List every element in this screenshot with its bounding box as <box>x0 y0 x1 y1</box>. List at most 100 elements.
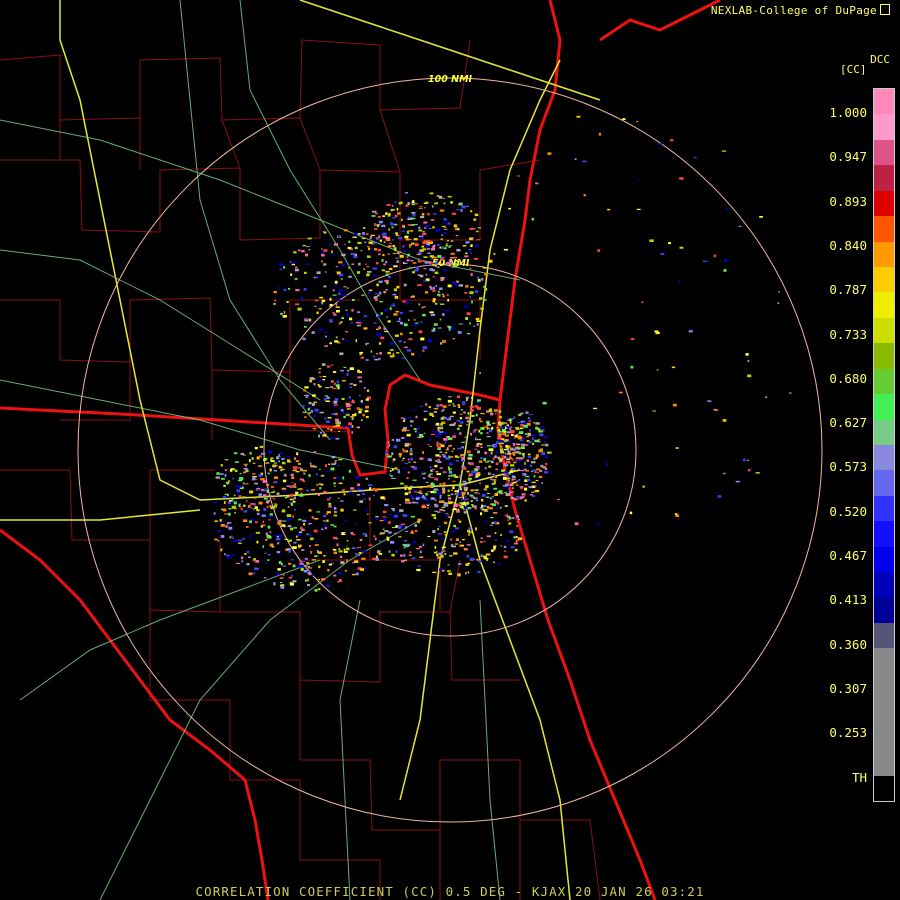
echo-pixel <box>325 464 327 467</box>
echo-pixel <box>544 436 548 438</box>
echo-pixel <box>446 447 449 450</box>
echo-pixel <box>356 546 362 549</box>
echo-pixel <box>422 451 424 454</box>
echo-pixel <box>391 439 394 441</box>
color-legend <box>873 88 895 802</box>
echo-pixel <box>457 563 462 565</box>
echo-pixel <box>338 550 343 553</box>
echo-pixel <box>480 446 483 448</box>
echo-pixel <box>517 520 520 523</box>
echo-pixel <box>493 487 498 490</box>
echo-pixel <box>269 468 272 472</box>
echo-pixel <box>280 586 285 589</box>
echo-pixel <box>489 497 492 500</box>
echo-pixel <box>419 457 424 460</box>
echo-pixel <box>323 433 327 437</box>
echo-pixel <box>399 321 404 325</box>
echo-pixel <box>467 477 472 480</box>
echo-pixel <box>338 273 344 277</box>
echo-pixel <box>471 300 473 304</box>
echo-pixel <box>241 496 247 499</box>
echo-pixel <box>543 471 549 474</box>
echo-pixel <box>436 202 438 205</box>
echo-pixel <box>235 562 241 565</box>
echo-pixel <box>267 559 270 561</box>
echo-pixel <box>457 395 460 399</box>
echo-pixel <box>336 309 340 313</box>
echo-pixel <box>323 397 327 401</box>
echo-pixel <box>319 375 322 378</box>
echo-pixel <box>431 205 434 208</box>
echo-pixel <box>471 504 474 506</box>
echo-pixel <box>448 471 453 474</box>
echo-pixel <box>382 528 385 530</box>
echo-pixel <box>233 501 237 505</box>
echo-pixel <box>474 489 479 491</box>
echo-pixel <box>452 509 456 511</box>
echo-pixel <box>574 158 577 160</box>
echo-pixel <box>234 461 239 463</box>
echo-pixel <box>240 508 243 511</box>
echo-pixel <box>483 285 485 288</box>
echo-pixel <box>465 502 468 506</box>
echo-pixel <box>377 315 380 318</box>
echo-pixel <box>420 321 423 323</box>
echo-pixel <box>447 564 450 566</box>
echo-pixel <box>385 260 388 264</box>
echo-pixel <box>479 482 481 485</box>
echo-pixel <box>520 446 525 449</box>
echo-pixel <box>503 555 508 559</box>
echo-pixel <box>529 494 533 496</box>
echo-pixel <box>459 432 462 435</box>
echo-pixel <box>329 243 331 247</box>
legend-label: 0.307 <box>829 680 867 696</box>
echo-pixel <box>474 290 479 293</box>
echo-pixel <box>393 288 397 292</box>
echo-pixel <box>367 484 373 487</box>
echo-pixel <box>422 314 426 317</box>
echo-pixel <box>296 467 301 469</box>
echo-pixel <box>439 404 443 407</box>
echo-pixel <box>305 253 308 257</box>
echo-pixel <box>346 405 351 408</box>
echo-pixel <box>243 519 248 522</box>
echo-pixel <box>531 470 534 473</box>
echo-pixel <box>466 450 471 454</box>
echo-pixel <box>520 412 524 415</box>
echo-pixel <box>400 482 404 485</box>
echo-pixel <box>451 543 454 546</box>
echo-pixel <box>475 437 477 441</box>
echo-pixel <box>421 245 425 248</box>
echo-pixel <box>328 463 330 465</box>
echo-pixel <box>427 484 431 488</box>
echo-pixel <box>378 253 381 256</box>
echo-pixel <box>266 502 269 504</box>
echo-pixel <box>327 498 330 501</box>
echo-pixel <box>279 582 283 583</box>
legend-bin <box>874 368 894 395</box>
echo-pixel <box>331 456 336 459</box>
echo-pixel <box>607 208 611 211</box>
echo-pixel <box>442 417 447 420</box>
echo-pixel <box>463 411 466 414</box>
echo-pixel <box>229 536 232 539</box>
echo-pixel <box>266 483 270 486</box>
echo-pixel <box>481 494 486 497</box>
echo-pixel <box>519 486 524 488</box>
echo-pixel <box>351 298 355 301</box>
echo-pixel <box>713 254 716 258</box>
echo-pixel <box>429 476 434 479</box>
echo-pixel <box>458 284 464 287</box>
echo-pixel <box>306 489 310 492</box>
echo-pixel <box>436 476 440 479</box>
echo-pixel <box>399 254 404 258</box>
echo-pixel <box>470 496 474 498</box>
echo-pixel <box>358 262 361 266</box>
echo-pixel <box>431 262 434 264</box>
echo-pixel <box>318 579 320 581</box>
echo-pixel <box>467 562 470 565</box>
echo-pixel <box>213 501 217 504</box>
echo-pixel <box>358 489 363 492</box>
echo-pixel <box>473 471 478 474</box>
echo-pixel <box>443 218 447 221</box>
